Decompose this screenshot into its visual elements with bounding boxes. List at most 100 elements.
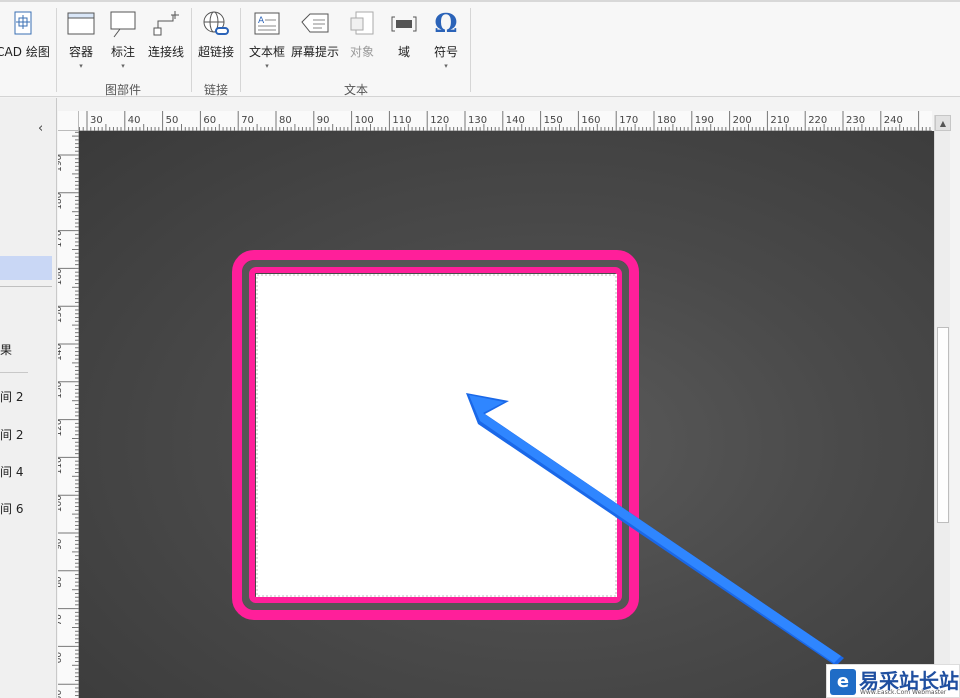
callout-button[interactable]: 标注 ▾ xyxy=(104,10,142,80)
ruler-label: 190 xyxy=(58,155,64,172)
white-content-box[interactable] xyxy=(256,274,617,597)
ruler-label: 140 xyxy=(506,115,525,126)
stencil-item[interactable]: 间 2 xyxy=(0,388,23,405)
ruler-label: 120 xyxy=(58,419,64,436)
watermark-subtitle: Www.Easck.Com Webmaster xyxy=(860,689,947,696)
textbox-label: 文本框 xyxy=(248,45,285,59)
ruler-label: 180 xyxy=(657,115,676,126)
ruler-label: 30 xyxy=(90,115,103,126)
field-label: 域 xyxy=(397,45,410,59)
ruler-label: 110 xyxy=(392,115,411,126)
visio-window: CAD 绘图 容器 ▾ 标注 ▾ 连接线 图部件 超链接 链接 A 文本框 ▾ … xyxy=(0,0,960,698)
symbol-label: 符号 xyxy=(433,45,458,59)
object-label: 对象 xyxy=(349,45,374,59)
ruler-label: 150 xyxy=(544,115,563,126)
site-watermark: e 易采站长站 Www.Easck.Com Webmaster xyxy=(826,664,960,698)
ruler-label: 60 xyxy=(203,115,216,126)
ruler-label: 70 xyxy=(241,115,254,126)
vertical-ruler-ticks: 190 180 170 160 150 140 130 120 110 100 90 80 70 60 50 xyxy=(54,131,79,698)
scroll-up-icon[interactable]: ▲ xyxy=(935,115,951,131)
shapes-pane: ‹ 果 间 2 间 2 间 4 间 6 xyxy=(0,98,57,698)
connector-icon xyxy=(151,10,181,38)
ruler-label: 60 xyxy=(58,652,64,664)
ruler-label: 50 xyxy=(58,689,64,698)
pane-divider xyxy=(0,286,52,287)
watermark-logo-glyph: e xyxy=(836,671,850,692)
ruler-label: 170 xyxy=(619,115,638,126)
symbol-button[interactable]: Ω 符号 ▾ xyxy=(428,10,464,80)
ruler-label: 50 xyxy=(166,115,179,126)
stencil-item[interactable]: 间 4 xyxy=(0,463,23,480)
scroll-thumb[interactable] xyxy=(937,327,949,523)
container-button[interactable]: 容器 ▾ xyxy=(62,10,100,80)
ruler-label: 130 xyxy=(468,115,487,126)
screentip-button[interactable]: 屏幕提示 xyxy=(289,10,341,80)
callout-label: 标注 xyxy=(110,45,135,59)
textbox-dropdown-arrow[interactable]: ▾ xyxy=(246,62,288,70)
ruler-label: 150 xyxy=(58,306,64,323)
ruler-label: 110 xyxy=(58,457,64,474)
cad-drawing-icon xyxy=(8,10,38,38)
cad-drawing-button[interactable]: CAD 绘图 xyxy=(0,10,50,80)
ribbon: CAD 绘图 容器 ▾ 标注 ▾ 连接线 图部件 超链接 链接 A 文本框 ▾ … xyxy=(0,0,960,97)
ruler-label: 170 xyxy=(58,230,64,247)
group-label-links: 链接 xyxy=(204,83,229,97)
ruler-label: 90 xyxy=(317,115,330,126)
ruler-label: 40 xyxy=(128,115,141,126)
watermark-logo-icon: e xyxy=(830,669,856,695)
container-dropdown-arrow[interactable]: ▾ xyxy=(62,62,100,70)
ruler-label: 100 xyxy=(355,115,374,126)
field-icon xyxy=(389,10,419,38)
collapse-pane-icon[interactable]: ‹ xyxy=(38,122,50,136)
group-separator xyxy=(56,8,57,92)
ruler-label: 190 xyxy=(695,115,714,126)
stencil-item[interactable]: 间 2 xyxy=(0,426,23,443)
ruler-label: 240 xyxy=(884,115,903,126)
textbox-button[interactable]: A 文本框 ▾ xyxy=(246,10,288,80)
vertical-ruler[interactable]: 190 180 170 160 150 140 130 120 110 100 90 80 70 60 50 xyxy=(54,131,79,698)
drawing-canvas[interactable] xyxy=(79,131,934,698)
hyperlink-icon xyxy=(201,10,231,38)
horizontal-ruler-ticks: 30 40 50 60 70 80 90 100 110 120 130 140 150 160 170 18… xyxy=(78,111,931,131)
group-label-diagram-parts: 图部件 xyxy=(105,83,142,97)
ruler-label: 100 xyxy=(58,495,64,512)
callout-dropdown-arrow[interactable]: ▾ xyxy=(104,62,142,70)
connector-label: 连接线 xyxy=(147,45,184,59)
selected-stencil-item[interactable] xyxy=(0,256,52,280)
ruler-label: 160 xyxy=(581,115,600,126)
ruler-label: 130 xyxy=(58,381,64,398)
container-label: 容器 xyxy=(68,45,93,59)
textbox-icon: A xyxy=(252,10,282,38)
symbol-icon: Ω xyxy=(431,10,461,38)
group-separator xyxy=(191,8,192,92)
group-label-text: 文本 xyxy=(344,83,369,97)
field-button[interactable]: 域 xyxy=(387,10,421,80)
ruler-label: 180 xyxy=(58,192,64,209)
screentip-icon xyxy=(300,10,330,38)
stencil-item[interactable]: 果 xyxy=(0,341,12,358)
object-button[interactable]: 对象 xyxy=(343,10,381,80)
ruler-label: 220 xyxy=(808,115,827,126)
stencil-item[interactable]: 间 6 xyxy=(0,500,23,517)
ruler-label: 200 xyxy=(733,115,752,126)
hyperlink-label: 超链接 xyxy=(197,45,234,59)
cad-drawing-label: CAD 绘图 xyxy=(0,45,50,59)
group-separator xyxy=(240,8,241,92)
ruler-label: 120 xyxy=(430,115,449,126)
ruler-label: 80 xyxy=(58,576,64,588)
ruler-label: 90 xyxy=(58,538,64,550)
ruler-label: 80 xyxy=(279,115,292,126)
callout-icon xyxy=(108,10,138,38)
hyperlink-button[interactable]: 超链接 xyxy=(195,10,237,80)
horizontal-ruler[interactable]: 30 40 50 60 70 80 90 100 110 120 130 140 150 160 170 18… xyxy=(58,111,932,131)
vertical-scrollbar[interactable]: ▲ xyxy=(934,115,951,698)
container-icon xyxy=(66,10,96,38)
ruler-label: 70 xyxy=(58,614,64,626)
connector-button[interactable]: 连接线 xyxy=(144,10,188,80)
group-separator xyxy=(470,8,471,92)
ruler-label: 230 xyxy=(846,115,865,126)
symbol-dropdown-arrow[interactable]: ▾ xyxy=(428,62,464,70)
ruler-label: 160 xyxy=(58,268,64,285)
object-icon xyxy=(347,10,377,38)
ruler-label: 140 xyxy=(58,344,64,361)
